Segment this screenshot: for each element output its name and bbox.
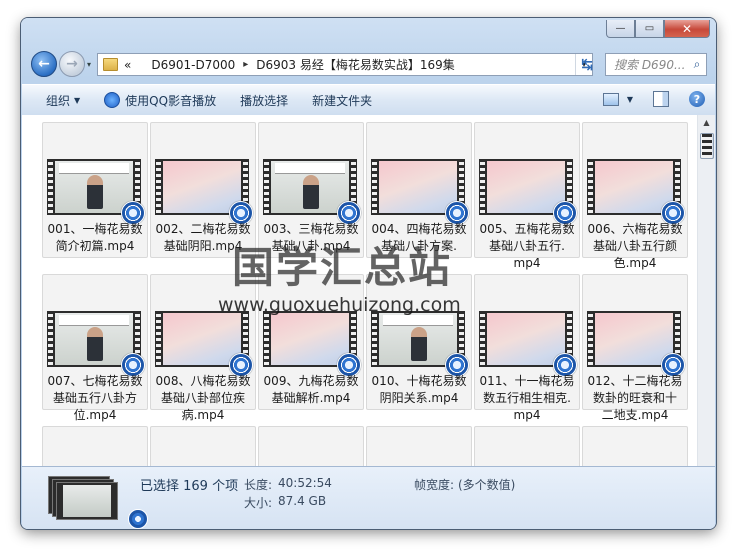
refresh-icon: ↹: [581, 56, 593, 73]
qq-video-icon: [128, 509, 148, 529]
file-item[interactable]: 001、一梅花易数 简介初篇.mp4: [42, 122, 148, 258]
file-item[interactable]: 005、五梅花易数 基础八卦五行. mp4: [474, 122, 580, 270]
size-value: 87.4 GB: [278, 494, 327, 508]
file-name-label: 008、八梅花易数 基础八卦部位疾 病.mp4: [155, 374, 251, 422]
file-item[interactable]: [150, 426, 256, 466]
play-selection-label: 播放选择: [240, 93, 289, 108]
chevron-right-icon[interactable]: ▸: [243, 59, 248, 70]
file-item[interactable]: 006、六梅花易数 基础八卦五行颜 色.mp4: [582, 122, 688, 270]
navigation-bar: ← → ▾ « D6901-D7000 ▸ D6903 易经【梅花易数实战】16…: [21, 48, 716, 80]
organize-button[interactable]: 组织 ▼: [46, 92, 80, 109]
folder-icon: [103, 58, 118, 71]
new-folder-button[interactable]: 新建文件夹: [312, 92, 372, 109]
close-button[interactable]: ✕: [664, 20, 710, 38]
scroll-thumb[interactable]: [700, 133, 714, 159]
help-icon[interactable]: ?: [689, 91, 705, 107]
back-button[interactable]: ←: [31, 51, 57, 77]
search-icon[interactable]: ⌕: [688, 57, 706, 72]
organize-label: 组织: [46, 93, 71, 108]
scroll-up-icon[interactable]: ▲: [698, 115, 715, 130]
search-placeholder: 搜索 D690...: [614, 58, 686, 72]
breadcrumb-parent[interactable]: D6901-D7000: [151, 58, 235, 72]
vertical-scrollbar[interactable]: ▲: [697, 115, 715, 466]
file-item[interactable]: 007、七梅花易数 基础五行八卦方 位.mp4: [42, 274, 148, 422]
qq-player-icon: [104, 92, 121, 108]
window-controls: — ▭ ✕: [606, 20, 710, 38]
details-pane: 已选择 169 个项 长度: 40:52:54 大小: 87.4 GB 帧宽度:…: [22, 466, 715, 529]
selection-thumbnail: [48, 476, 148, 529]
file-name-label: 005、五梅花易数 基础八卦五行. mp4: [479, 222, 575, 270]
search-input[interactable]: 搜索 D690... ⌕: [605, 53, 707, 76]
watermark-text: 国学汇总站: [232, 243, 453, 292]
file-name-label: 012、十二梅花易 数卦的旺衰和十 二地支.mp4: [587, 374, 683, 422]
view-dropdown-icon[interactable]: ▼: [627, 95, 633, 104]
selection-count: 已选择 169 个项: [140, 479, 239, 494]
file-name-label: 009、九梅花易数 基础解析.mp4: [263, 374, 359, 405]
length-label: 长度:: [244, 478, 273, 492]
length-value: 40:52:54: [278, 476, 332, 490]
file-item[interactable]: 011、十一梅花易 数五行相生相克. mp4: [474, 274, 580, 422]
file-item[interactable]: [474, 426, 580, 466]
command-bar: 组织 ▼ 使用QQ影音播放 播放选择 新建文件夹 ▼ ?: [22, 84, 715, 116]
address-bar[interactable]: « D6901-D7000 ▸ D6903 易经【梅花易数实战】169集 ▾: [97, 53, 593, 76]
maximize-button[interactable]: ▭: [635, 20, 664, 38]
refresh-button[interactable]: ↹: [575, 53, 599, 76]
file-item[interactable]: [366, 426, 472, 466]
view-options-icon[interactable]: [602, 92, 619, 106]
play-with-qq-button[interactable]: 使用QQ影音播放: [104, 92, 216, 109]
file-item[interactable]: 012、十二梅花易 数卦的旺衰和十 二地支.mp4: [582, 274, 688, 422]
forward-arrow-icon: →: [66, 56, 78, 72]
overflow-chevron-icon[interactable]: «: [124, 58, 131, 72]
file-name-label: 010、十梅花易数 阴阳关系.mp4: [371, 374, 467, 405]
forward-button[interactable]: →: [59, 51, 85, 77]
back-arrow-icon: ←: [38, 56, 50, 72]
play-with-qq-label: 使用QQ影音播放: [125, 93, 217, 108]
minimize-button[interactable]: —: [606, 20, 635, 38]
breadcrumb-current[interactable]: D6903 易经【梅花易数实战】169集: [256, 56, 455, 73]
file-name-label: 001、一梅花易数 简介初篇.mp4: [47, 222, 143, 253]
preview-pane-icon[interactable]: [653, 91, 669, 107]
size-label: 大小:: [244, 496, 273, 510]
dropdown-arrow-icon: ▼: [74, 95, 81, 105]
frame-width-value: (多个数值): [458, 478, 516, 492]
file-name-label: 006、六梅花易数 基础八卦五行颜 色.mp4: [587, 222, 683, 270]
file-name-label: 011、十一梅花易 数五行相生相克. mp4: [479, 374, 575, 422]
file-item[interactable]: [582, 426, 688, 466]
play-selection-button[interactable]: 播放选择: [240, 92, 288, 109]
new-folder-label: 新建文件夹: [312, 93, 373, 108]
history-dropdown-icon[interactable]: ▾: [87, 60, 91, 69]
file-item[interactable]: [258, 426, 364, 466]
file-name-label: 007、七梅花易数 基础五行八卦方 位.mp4: [47, 374, 143, 422]
watermark-url: www.guoxuehuizong.com: [218, 294, 461, 316]
file-item[interactable]: [42, 426, 148, 466]
frame-width-label: 帧宽度:: [414, 478, 455, 492]
